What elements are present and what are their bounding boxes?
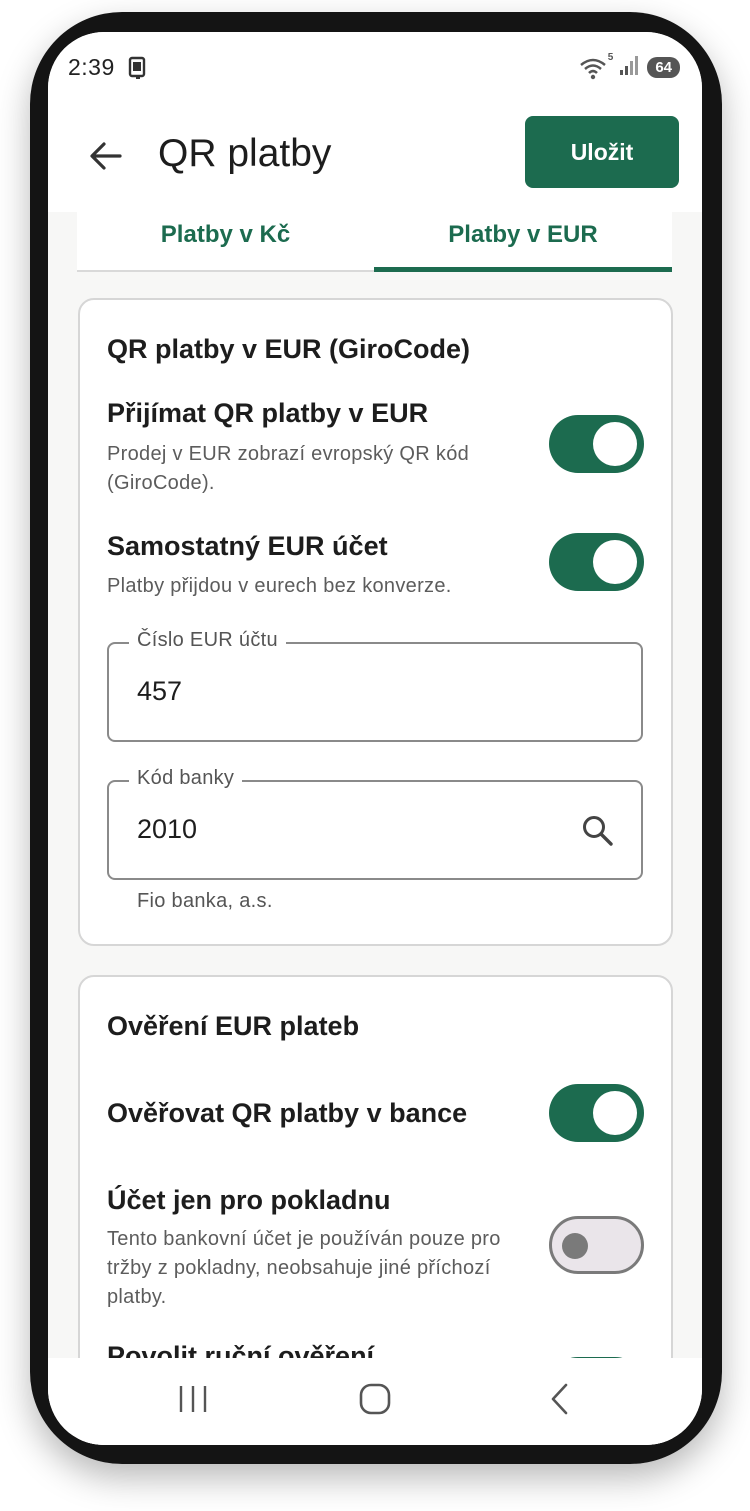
accept-eur-toggle[interactable] xyxy=(549,415,644,473)
account-number-field[interactable]: Číslo EUR účtu xyxy=(107,629,643,742)
eur-qr-card: QR platby v EUR (GiroCode) Přijímat QR p… xyxy=(78,298,673,946)
save-button[interactable]: Uložit xyxy=(525,116,679,188)
separate-account-title: Samostatný EUR účet xyxy=(107,531,388,561)
back-button[interactable] xyxy=(88,138,124,174)
toggle-knob xyxy=(593,1091,637,1135)
recents-icon xyxy=(179,1386,207,1412)
register-only-account-toggle[interactable] xyxy=(549,1216,644,1274)
status-time: 2:39 xyxy=(68,54,115,80)
separate-account-description: Platby přijdou v eurech bez konverze. xyxy=(107,575,452,597)
card-title: Ověření EUR plateb xyxy=(107,1011,360,1041)
bank-code-field[interactable]: Kód banky xyxy=(107,767,643,880)
status-bar: 2:39 5 64 xyxy=(48,32,702,108)
verify-in-bank-toggle[interactable] xyxy=(549,1084,644,1142)
signal-icon xyxy=(619,54,641,81)
recents-button[interactable] xyxy=(176,1382,210,1421)
bank-code-input[interactable] xyxy=(137,814,567,845)
navigation-bar xyxy=(48,1358,702,1445)
register-only-description-line: Tento bankovní účet je používán pouze pr… xyxy=(107,1228,501,1250)
home-icon xyxy=(359,1383,391,1415)
tab-indicator xyxy=(374,267,672,272)
app-bar: QR platby Uložit xyxy=(48,108,702,212)
accept-eur-description: Prodej v EUR zobrazí evropský QR kód (Gi… xyxy=(107,440,527,498)
back-nav-button[interactable] xyxy=(544,1382,578,1421)
separate-account-toggle[interactable] xyxy=(549,533,644,591)
wifi-badge: 5 xyxy=(607,51,614,63)
back-nav-icon xyxy=(551,1383,568,1415)
bank-name-helper: Fio banka, a.s. xyxy=(137,890,273,912)
search-icon[interactable] xyxy=(581,814,615,848)
accept-eur-title: Přijímat QR platby v EUR xyxy=(107,398,429,428)
battery-icon: 64 xyxy=(647,57,680,78)
wifi-icon: 5 xyxy=(579,52,613,80)
toggle-knob xyxy=(593,422,637,466)
status-icons: 5 64 xyxy=(579,52,680,81)
register-only-description-line: platby. xyxy=(107,1286,167,1308)
register-only-account-description: Tento bankovní účet je používán pouze pr… xyxy=(107,1225,527,1312)
page-title: QR platby xyxy=(158,132,332,175)
tab-payments-czk[interactable]: Platby v Kč xyxy=(77,212,374,270)
register-only-account-title: Účet jen pro pokladnu xyxy=(107,1185,391,1215)
bank-code-label: Kód banky xyxy=(129,767,243,790)
tab-payments-eur[interactable]: Platby v EUR xyxy=(374,212,672,270)
toggle-knob xyxy=(562,1233,588,1259)
verify-in-bank-title: Ověřovat QR platby v bance xyxy=(107,1098,468,1128)
tab-bar: Platby v Kč Platby v EUR xyxy=(77,212,672,272)
accept-eur-description-line: (GiroCode). xyxy=(107,472,215,494)
accept-eur-description-line: Prodej v EUR zobrazí evropský QR kód xyxy=(107,443,470,465)
card-title: QR platby v EUR (GiroCode) xyxy=(107,334,471,364)
register-only-description-line: tržby z pokladny, neobsahuje jiné přícho… xyxy=(107,1257,491,1279)
device-icon xyxy=(127,56,149,85)
screen: 2:39 5 64 QR platby Uložit Platby v Kč P… xyxy=(48,32,702,1445)
account-number-label: Číslo EUR účtu xyxy=(129,629,286,652)
home-button[interactable] xyxy=(358,1382,392,1421)
toggle-knob xyxy=(593,540,637,584)
account-number-input[interactable] xyxy=(137,676,567,707)
arrow-left-icon xyxy=(90,142,122,170)
